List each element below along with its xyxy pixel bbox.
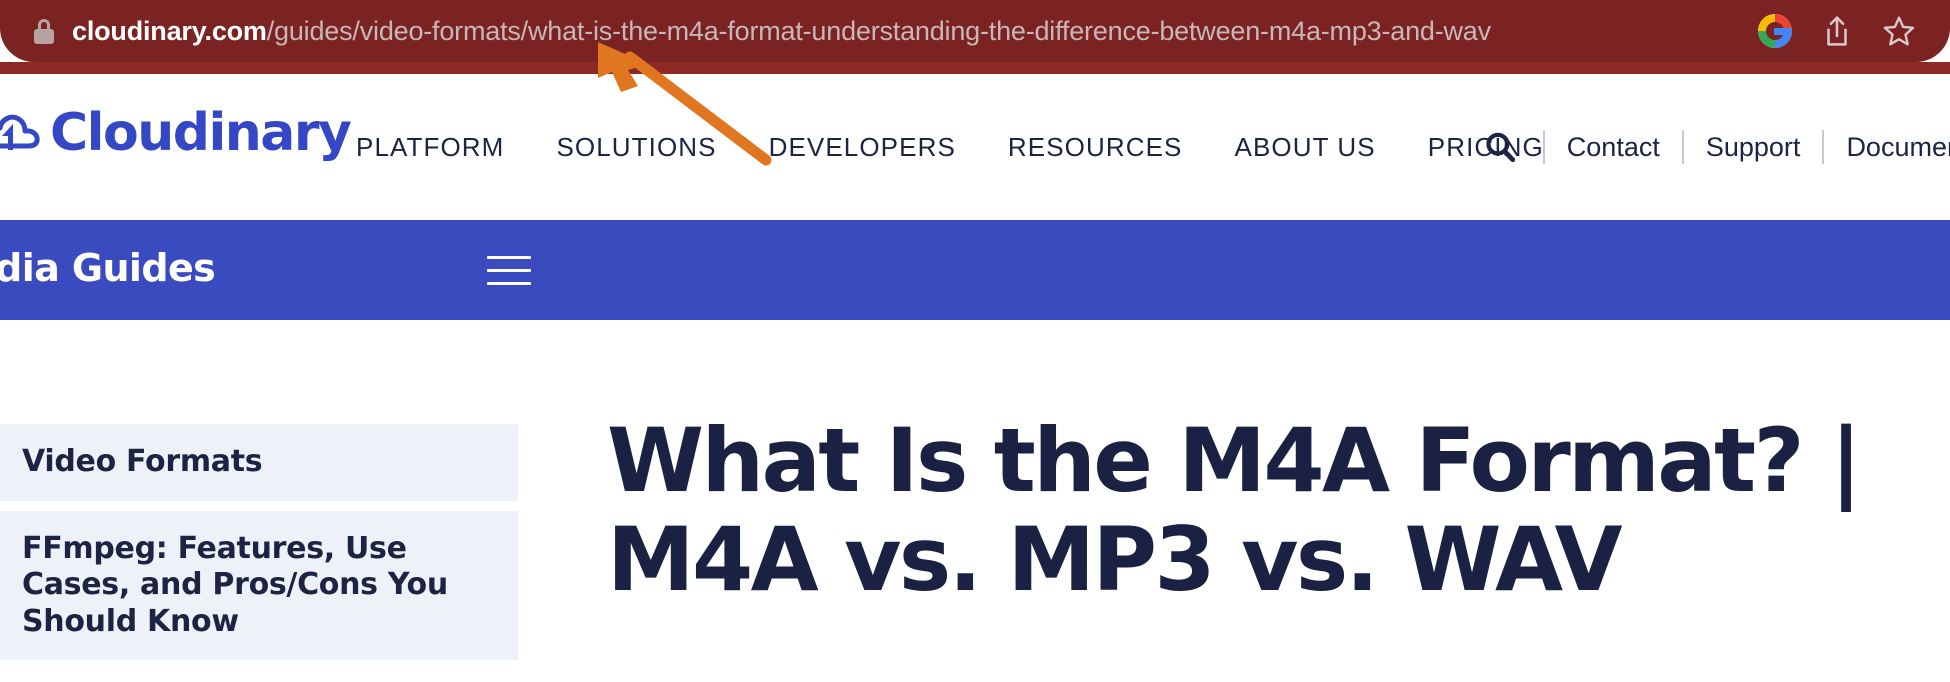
browser-address-bar[interactable]: cloudinary.com/guides/video-formats/what… <box>0 0 1950 62</box>
utility-navigation: Contact Support Documen <box>1483 74 1950 220</box>
url-host: cloudinary.com <box>72 16 267 46</box>
util-link-contact[interactable]: Contact <box>1545 132 1682 163</box>
logo-wordmark: Cloudinary <box>50 103 352 163</box>
lock-icon <box>34 18 54 44</box>
nav-item-about-us[interactable]: ABOUT US <box>1209 132 1402 163</box>
main-navigation: PLATFORM SOLUTIONS DEVELOPERS RESOURCES … <box>330 74 1570 220</box>
cloud-logo-icon <box>0 102 46 164</box>
nav-item-solutions[interactable]: SOLUTIONS <box>530 132 742 163</box>
nav-item-platform[interactable]: PLATFORM <box>330 132 530 163</box>
search-icon[interactable] <box>1483 130 1517 164</box>
sidebar-item-video-formats[interactable]: Video Formats <box>0 424 518 501</box>
url-path: /guides/video-formats/what-is-the-m4a-fo… <box>266 16 1491 46</box>
hamburger-menu-icon[interactable] <box>487 256 531 286</box>
nav-item-resources[interactable]: RESOURCES <box>982 132 1209 163</box>
util-link-support[interactable]: Support <box>1684 132 1823 163</box>
google-g-icon[interactable] <box>1758 14 1792 48</box>
page-title: What Is the M4A Format? | M4A vs. MP3 vs… <box>607 408 1862 611</box>
site-header: Cloudinary PLATFORM SOLUTIONS DEVELOPERS… <box>0 74 1950 220</box>
page-content: Video Formats FFmpeg: Features, Use Case… <box>0 320 1950 682</box>
nav-item-developers[interactable]: DEVELOPERS <box>743 132 982 163</box>
cloudinary-logo[interactable]: Cloudinary <box>0 102 352 164</box>
guides-sidebar: Video Formats FFmpeg: Features, Use Case… <box>0 320 518 670</box>
guides-band-title: edia Guides <box>0 246 216 290</box>
star-bookmark-icon[interactable] <box>1882 14 1916 48</box>
util-link-documentation[interactable]: Documen <box>1824 132 1950 163</box>
urlbar-bottom-strip <box>0 62 1950 74</box>
sidebar-item-ffmpeg[interactable]: FFmpeg: Features, Use Cases, and Pros/Co… <box>0 510 518 661</box>
url-text[interactable]: cloudinary.com/guides/video-formats/what… <box>72 0 1736 62</box>
share-icon[interactable] <box>1822 14 1852 48</box>
media-guides-band: edia Guides <box>0 220 1950 320</box>
